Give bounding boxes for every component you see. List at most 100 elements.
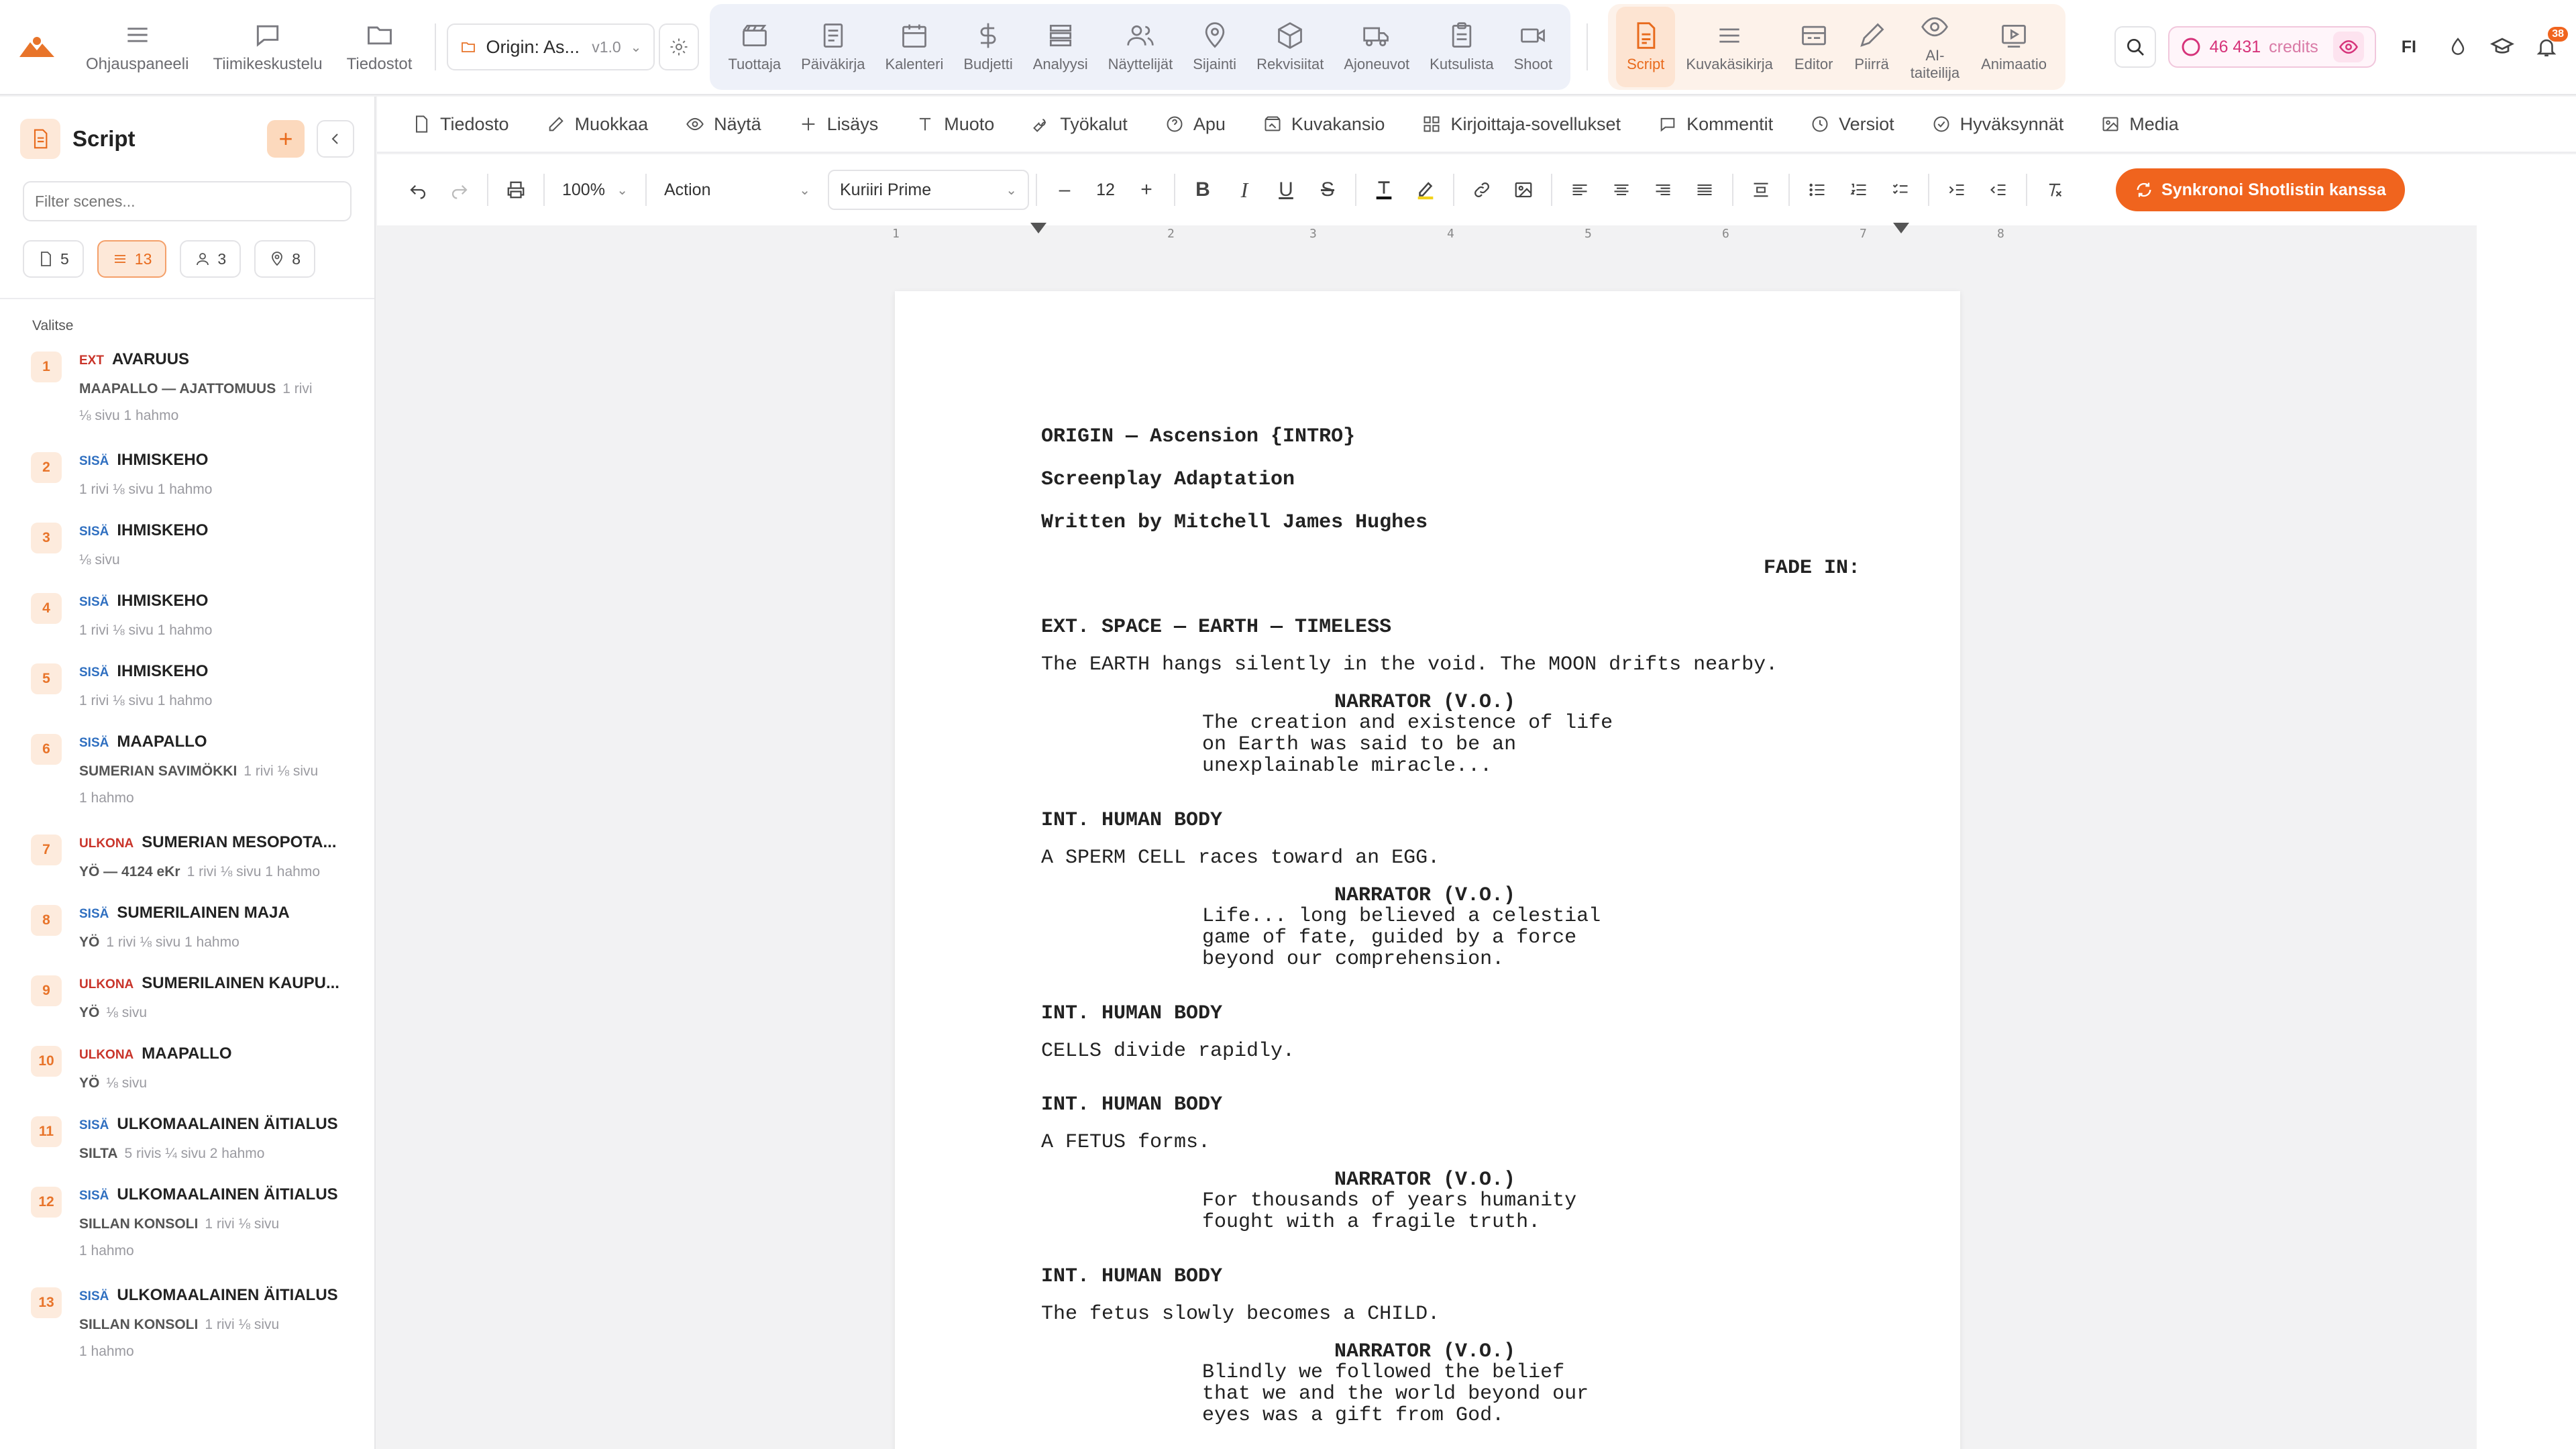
select-label[interactable]: Valitse [32, 318, 374, 334]
outdent-button[interactable] [1978, 169, 2019, 211]
scene-item[interactable]: 7 ULKONA SUMERIAN MESOPOTA... YÖ — 4124 … [0, 833, 374, 904]
tool-call-sheet[interactable]: Kutsulista [1419, 7, 1503, 87]
tool-props[interactable]: Rekvisiitat [1246, 7, 1334, 87]
scene-heading-text[interactable]: INT. HUMAN BODY [1041, 1093, 1222, 1116]
vertical-align-button[interactable] [1740, 169, 1782, 211]
menu-muokkaa[interactable]: Muokkaa [547, 114, 648, 135]
scene-item[interactable]: 2 SISÄ IHMISKEHO 1 rivi ⅛ sivu 1 hahmo [0, 451, 374, 521]
stat-scenes[interactable]: 13 [97, 240, 167, 278]
scene-item[interactable]: 5 SISÄ IHMISKEHO 1 rivi ⅛ sivu 1 hahmo [0, 662, 374, 733]
insert-image-button[interactable] [1503, 169, 1544, 211]
bold-button[interactable]: B [1182, 169, 1224, 211]
indent-button[interactable] [1936, 169, 1978, 211]
menu-lisäys[interactable]: Lisäys [799, 114, 878, 135]
nav-team-chat[interactable]: Tiimikeskustelu [201, 7, 334, 87]
text-color-button[interactable] [1363, 169, 1405, 211]
left-indent-marker[interactable] [1030, 223, 1046, 233]
scene-heading-text[interactable]: INT. HUMAN BODY [1041, 1265, 1222, 1288]
action-text[interactable]: The EARTH hangs silently in the void. Th… [1041, 653, 1778, 676]
scene-item[interactable]: 4 SISÄ IHMISKEHO 1 rivi ⅛ sivu 1 hahmo [0, 592, 374, 662]
nav-files[interactable]: Tiedostot [335, 7, 425, 87]
tool-shoot[interactable]: Shoot [1504, 7, 1563, 87]
script-subtitle[interactable]: Screenplay Adaptation [1041, 468, 1295, 491]
project-selector[interactable]: Origin: As... v1.0 ⌄ [447, 23, 655, 70]
ruler[interactable]: 1 2 3 4 5 6 7 8 [872, 221, 2026, 248]
tool-calendar[interactable]: Kalenteri [875, 7, 954, 87]
tool-draw[interactable]: Piirrä [1843, 7, 1899, 87]
element-type-select[interactable]: Action ⌄ [653, 170, 821, 210]
scene-filter-input[interactable] [23, 181, 352, 221]
scene-item[interactable]: 12 SISÄ ULKOMAALAINEN ÄITIALUS SILLAN KO… [0, 1185, 374, 1286]
underline-button[interactable]: U [1265, 169, 1307, 211]
increase-font-button[interactable]: + [1126, 169, 1167, 211]
highlight-button[interactable] [1405, 169, 1446, 211]
tool-location[interactable]: Sijainti [1183, 7, 1246, 87]
tool-producer[interactable]: Tuottaja [718, 7, 791, 87]
nav-dashboard[interactable]: Ohjauspaneeli [74, 7, 201, 87]
character-name[interactable]: NARRATOR (V.O.) [1334, 1169, 1515, 1191]
tool-editor[interactable]: Editor [1784, 7, 1843, 87]
credits-badge[interactable]: 46 431 credits [2167, 26, 2376, 68]
script-page[interactable]: ORIGIN — Ascension {INTRO} Screenplay Ad… [895, 291, 1960, 1449]
academy-button[interactable] [2486, 31, 2518, 63]
italic-button[interactable]: I [1224, 169, 1265, 211]
dialogue-text[interactable]: For thousands of years humanity fought w… [1202, 1190, 1576, 1233]
numbered-list-button[interactable] [1838, 169, 1880, 211]
character-name[interactable]: NARRATOR (V.O.) [1334, 1340, 1515, 1363]
font-select[interactable]: Kuriiri Prime ⌄ [828, 170, 1029, 210]
tool-vehicles[interactable]: Ajoneuvot [1334, 7, 1419, 87]
script-title[interactable]: ORIGIN — Ascension {INTRO} [1041, 425, 1355, 448]
bullet-list-button[interactable] [1796, 169, 1838, 211]
tool-budget[interactable]: Budjetti [953, 7, 1022, 87]
menu-työkalut[interactable]: Työkalut [1032, 114, 1128, 135]
right-indent-marker[interactable] [1893, 223, 1909, 233]
align-center-button[interactable] [1601, 169, 1642, 211]
menu-näytä[interactable]: Näytä [686, 114, 761, 135]
menu-media[interactable]: Media [2101, 114, 2179, 135]
project-settings-button[interactable] [659, 23, 700, 70]
scene-item[interactable]: 6 SISÄ MAAPALLO SUMERIAN SAVIMÖKKI 1 rivi… [0, 733, 374, 833]
menu-kirjoittaja-sovellukset[interactable]: Kirjoittaja-sovellukset [1422, 114, 1621, 135]
undo-button[interactable] [397, 169, 439, 211]
scene-item[interactable]: 13 SISÄ ULKOMAALAINEN ÄITIALUS SILLAN KO… [0, 1286, 374, 1380]
transition-fade-in[interactable]: FADE IN: [1764, 557, 1860, 580]
action-text[interactable]: The fetus slowly becomes a CHILD. [1041, 1303, 1440, 1326]
dialogue-text[interactable]: The creation and existence of life on Ea… [1202, 712, 1613, 777]
menu-tiedosto[interactable]: Tiedosto [412, 114, 509, 135]
character-name[interactable]: NARRATOR (V.O.) [1334, 691, 1515, 714]
decrease-font-button[interactable]: – [1044, 169, 1085, 211]
theme-toggle[interactable] [2442, 31, 2474, 63]
stat-pages[interactable]: 5 [23, 240, 84, 278]
zoom-select[interactable]: 100% ⌄ [551, 170, 639, 210]
stat-locations[interactable]: 8 [254, 240, 315, 278]
align-right-button[interactable] [1642, 169, 1684, 211]
action-text[interactable]: CELLS divide rapidly. [1041, 1040, 1295, 1063]
app-logo[interactable] [0, 0, 74, 95]
scene-heading-text[interactable]: INT. HUMAN BODY [1041, 809, 1222, 832]
menu-versiot[interactable]: Versiot [1811, 114, 1894, 135]
sync-shotlist-button[interactable]: Synkronoi Shotlistin kanssa [2116, 168, 2405, 211]
link-button[interactable] [1461, 169, 1503, 211]
stat-characters[interactable]: 3 [180, 240, 241, 278]
font-size-value[interactable]: 12 [1085, 180, 1126, 200]
justify-button[interactable] [1684, 169, 1725, 211]
menu-kommentit[interactable]: Kommentit [1658, 114, 1773, 135]
scene-item[interactable]: 9 ULKONA SUMERILAINEN KAUPU... YÖ ⅛ sivu [0, 974, 374, 1044]
tool-journal[interactable]: Päiväkirja [791, 7, 875, 87]
collapse-sidebar-button[interactable] [317, 120, 354, 158]
menu-hyväksynnät[interactable]: Hyväksynnät [1932, 114, 2063, 135]
credits-visibility-toggle[interactable] [2332, 32, 2364, 62]
scene-item[interactable]: 3 SISÄ IHMISKEHO ⅛ sivu [0, 521, 374, 592]
character-name[interactable]: NARRATOR (V.O.) [1334, 884, 1515, 907]
tool-actors[interactable]: Näyttelijät [1098, 7, 1183, 87]
scene-item[interactable]: 8 SISÄ SUMERILAINEN MAJA YÖ 1 rivi ⅛ sivu… [0, 904, 374, 974]
align-left-button[interactable] [1559, 169, 1601, 211]
dialogue-text[interactable]: Life... long believed a celestial game o… [1202, 906, 1601, 970]
redo-button[interactable] [439, 169, 480, 211]
tool-analysis[interactable]: Analyysi [1023, 7, 1098, 87]
script-author[interactable]: Written by Mitchell James Hughes [1041, 511, 1428, 534]
menu-apu[interactable]: Apu [1165, 114, 1226, 135]
tool-ai-artist[interactable]: AI- taiteilija [1900, 7, 1970, 87]
language-selector[interactable]: FI [2388, 38, 2430, 57]
search-button[interactable] [2114, 26, 2156, 68]
